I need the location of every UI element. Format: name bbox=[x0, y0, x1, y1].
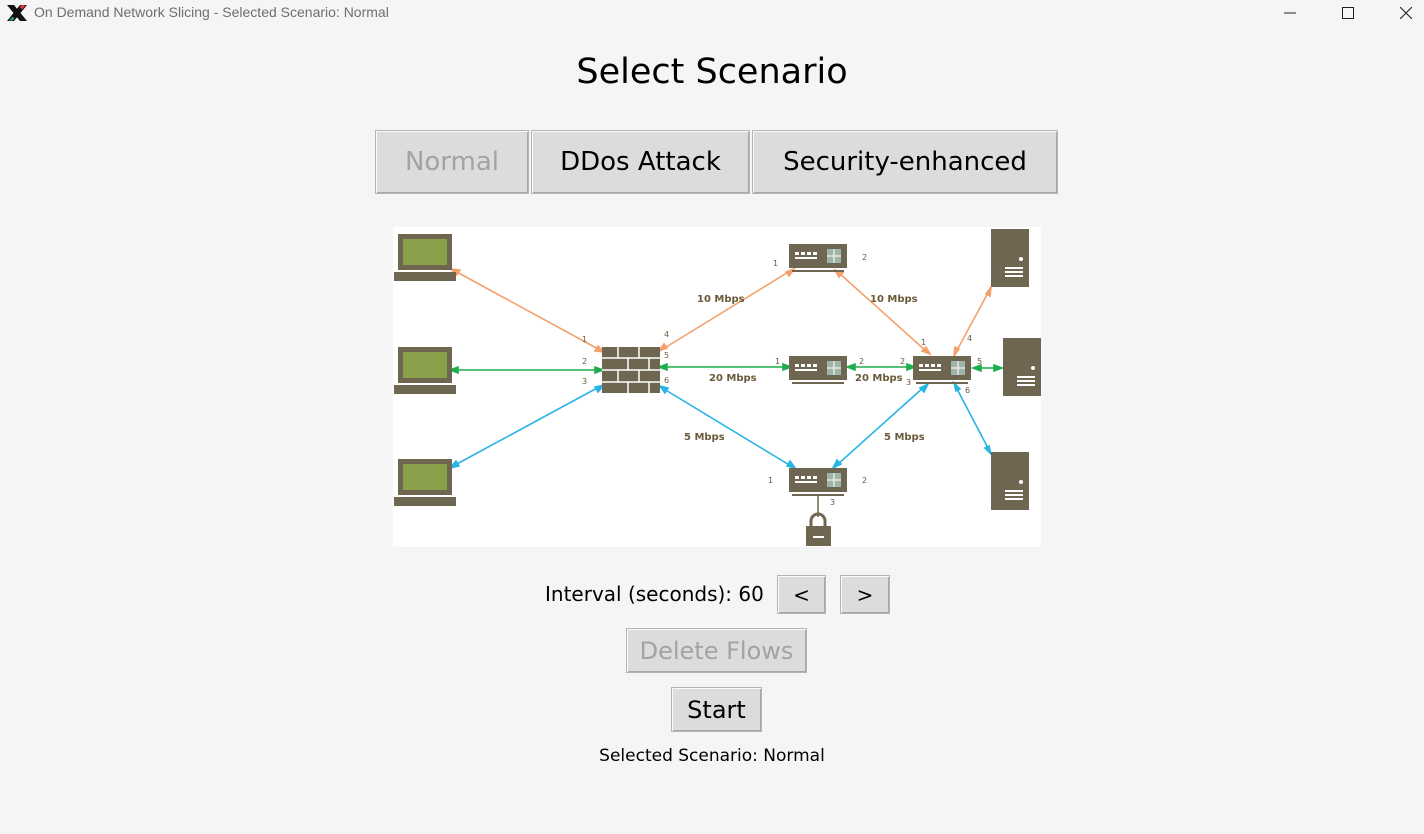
blue-slice-links bbox=[447, 380, 993, 470]
minimize-icon bbox=[1284, 12, 1296, 14]
page-title: Select Scenario bbox=[576, 52, 848, 92]
port-label: 3 bbox=[582, 377, 587, 386]
switch-middle bbox=[788, 355, 848, 385]
port-label: 2 bbox=[859, 357, 864, 366]
lock-icon bbox=[806, 496, 831, 546]
port-label: 5 bbox=[977, 357, 982, 366]
link-label-mid-left: 20 Mbps bbox=[709, 373, 757, 384]
port-label: 2 bbox=[582, 357, 587, 366]
port-label: 1 bbox=[921, 338, 926, 347]
port-label: 1 bbox=[768, 476, 773, 485]
link-label-mid-right: 20 Mbps bbox=[855, 373, 903, 384]
start-button[interactable]: Start bbox=[671, 687, 762, 732]
interval-increase-button[interactable]: > bbox=[840, 575, 890, 614]
scenario-ddos-attack-button[interactable]: DDos Attack bbox=[531, 130, 750, 194]
delete-flows-button[interactable]: Delete Flows bbox=[626, 628, 807, 673]
server-1 bbox=[991, 229, 1029, 287]
switch-bottom bbox=[788, 467, 848, 497]
server-3 bbox=[991, 452, 1029, 510]
close-icon bbox=[1400, 7, 1412, 19]
x-logo-icon bbox=[7, 5, 27, 21]
link-label-top-left: 10 Mbps bbox=[697, 294, 745, 305]
interval-decrease-button[interactable]: < bbox=[777, 575, 826, 614]
switch-top bbox=[788, 243, 848, 273]
port-label: 1 bbox=[773, 259, 778, 268]
port-label: 3 bbox=[906, 378, 911, 387]
status-text: Selected Scenario: Normal bbox=[599, 746, 825, 766]
firewall-icon bbox=[602, 347, 660, 393]
link-label-bottom-left: 5 Mbps bbox=[684, 432, 725, 443]
port-label: 6 bbox=[965, 386, 970, 395]
maximize-button[interactable] bbox=[1319, 0, 1377, 26]
port-label: 3 bbox=[830, 498, 835, 507]
port-label: 5 bbox=[664, 351, 669, 360]
link-label-top-right: 10 Mbps bbox=[870, 294, 918, 305]
host-laptop-3 bbox=[394, 459, 456, 506]
title-bar: On Demand Network Slicing - Selected Sce… bbox=[0, 0, 1424, 26]
orange-slice-links bbox=[448, 267, 993, 359]
scenario-normal-button[interactable]: Normal bbox=[375, 130, 529, 194]
host-laptop-1 bbox=[394, 234, 456, 281]
server-2 bbox=[1003, 338, 1041, 396]
port-label: 2 bbox=[900, 357, 905, 366]
window-title: On Demand Network Slicing - Selected Sce… bbox=[34, 4, 389, 20]
port-label: 2 bbox=[862, 253, 867, 262]
link-label-bottom-right: 5 Mbps bbox=[884, 432, 925, 443]
minimize-button[interactable] bbox=[1261, 0, 1319, 26]
interval-label: Interval (seconds): 60 bbox=[545, 582, 764, 606]
maximize-icon bbox=[1342, 7, 1354, 19]
host-laptop-2 bbox=[394, 347, 456, 394]
close-button[interactable] bbox=[1377, 0, 1424, 26]
scenario-security-enhanced-button[interactable]: Security-enhanced bbox=[752, 130, 1058, 194]
network-topology-diagram: 10 Mbps 10 Mbps 20 Mbps 20 Mbps 5 Mbps 5… bbox=[393, 227, 1041, 547]
port-label: 2 bbox=[862, 476, 867, 485]
switch-core bbox=[912, 355, 972, 385]
port-label: 1 bbox=[582, 335, 587, 344]
port-label: 4 bbox=[664, 330, 669, 339]
port-label: 1 bbox=[775, 357, 780, 366]
port-label: 4 bbox=[967, 334, 972, 343]
port-label: 6 bbox=[664, 376, 669, 385]
